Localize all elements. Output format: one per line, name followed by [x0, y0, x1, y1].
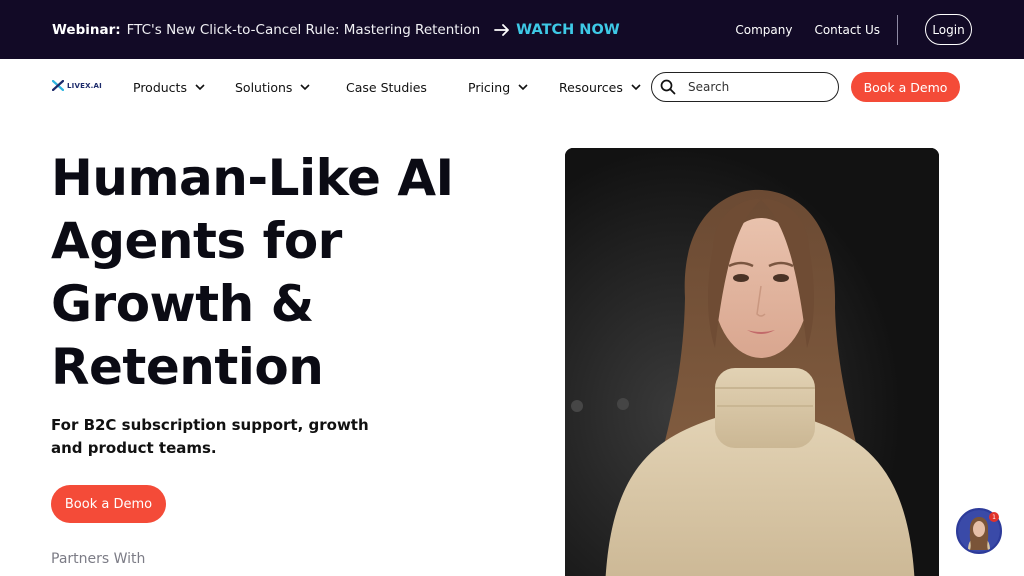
arrow-right-icon — [494, 23, 510, 36]
hero-title-line: Human-Like AI — [51, 149, 454, 207]
nav-item-label: Solutions — [235, 79, 293, 95]
nav-item-pricing[interactable]: Pricing — [468, 59, 528, 115]
hero-title-line: Agents for — [51, 212, 342, 270]
partners-heading: Partners With — [51, 551, 146, 567]
hero-subtitle: For B2C subscription support, growth and… — [51, 416, 369, 457]
search-input[interactable] — [688, 80, 818, 94]
hero-title-line: Retention — [51, 338, 324, 396]
nav-item-label: Products — [133, 79, 187, 95]
webinar-announcement: Webinar: FTC's New Click-to-Cancel Rule:… — [52, 0, 620, 59]
nav-item-label: Pricing — [468, 79, 511, 95]
chat-notification-badge: 1 — [989, 512, 999, 522]
banner-links: Company Contact Us Login — [713, 0, 972, 59]
livex-logo-icon — [52, 80, 64, 91]
login-button[interactable]: Login — [925, 14, 972, 45]
main-nav: LIVEX.AI Products Solutions Case Studies… — [0, 59, 1024, 115]
logo-text: LIVEX.AI — [67, 81, 102, 90]
chevron-down-icon — [195, 83, 205, 90]
webinar-title: FTC's New Click-to-Cancel Rule: Masterin… — [126, 21, 481, 38]
hero-title-line: Growth & — [51, 275, 314, 333]
nav-item-case-studies[interactable]: Case Studies — [346, 59, 427, 115]
ai-agent-portrait — [565, 148, 939, 576]
livex-logo[interactable]: LIVEX.AI — [52, 80, 102, 91]
contact-us-link[interactable]: Contact Us — [814, 23, 880, 37]
nav-item-label: Resources — [559, 79, 623, 95]
banner-divider — [897, 14, 898, 45]
hero-title: Human-Like AI Agents for Growth & Retent… — [51, 147, 521, 399]
search-box[interactable] — [651, 72, 839, 102]
book-demo-nav-button[interactable]: Book a Demo — [851, 72, 960, 102]
nav-item-resources[interactable]: Resources — [559, 59, 641, 115]
chevron-down-icon — [631, 83, 641, 90]
search-icon — [660, 79, 676, 95]
ai-agent-illustration — [565, 148, 939, 576]
watch-now-link[interactable]: WATCH NOW — [494, 22, 620, 38]
watch-now-label: WATCH NOW — [516, 21, 620, 38]
webinar-label: Webinar: — [52, 21, 121, 38]
company-link[interactable]: Company — [735, 23, 792, 37]
announcement-banner: Webinar: FTC's New Click-to-Cancel Rule:… — [0, 0, 1024, 59]
nav-item-products[interactable]: Products — [133, 59, 205, 115]
chevron-down-icon — [518, 83, 528, 90]
book-demo-hero-button[interactable]: Book a Demo — [51, 485, 166, 523]
nav-item-solutions[interactable]: Solutions — [235, 59, 311, 115]
chevron-down-icon — [300, 83, 311, 90]
nav-item-label: Case Studies — [346, 79, 427, 95]
